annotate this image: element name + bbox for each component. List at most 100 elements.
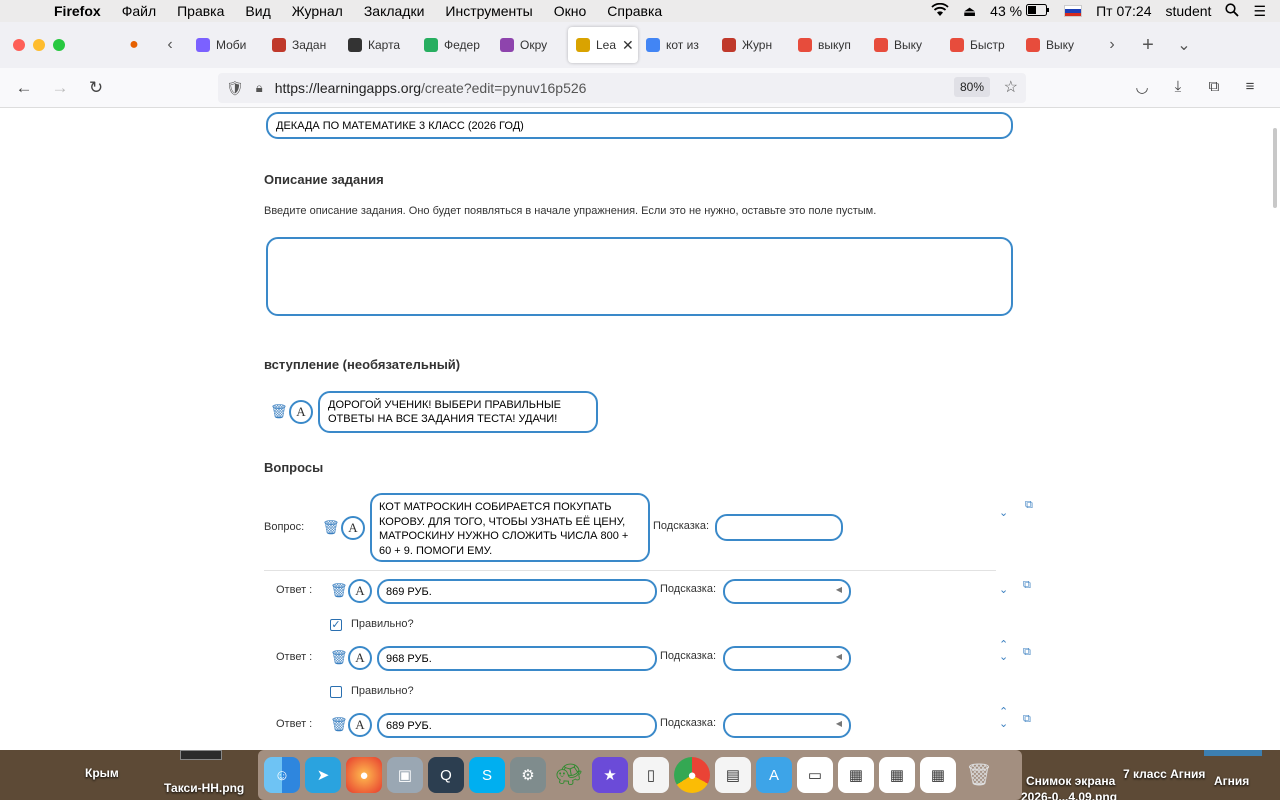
menu-help[interactable]: Справка [607,3,662,19]
reload-button[interactable]: ↻ [78,78,114,98]
tab-2[interactable]: Карта [340,27,416,63]
desktop-label-screenshot-name[interactable]: 2026-0...4.09.png [1021,790,1117,800]
list-all-tabs-icon[interactable]: ⌄ [1166,35,1202,55]
recent-file-3-icon[interactable]: ▦ [879,757,915,793]
tab-scroll-right-icon[interactable]: › [1094,36,1130,54]
correct-checkbox[interactable]: ✓ [330,619,342,631]
task-title-input[interactable]: ДЕКАДА ПО МАТЕМАТИКЕ 3 КЛАСС (2026 ГОД) [266,112,1013,139]
answer-format-text-button[interactable]: A [348,579,372,603]
preview-icon[interactable]: ▣ [387,757,423,793]
document-icon[interactable]: ▤ [715,757,751,793]
finder-icon[interactable]: ☺ [264,757,300,793]
tab-10[interactable]: Быстр [942,27,1018,63]
tab-8[interactable]: выкуп [790,27,866,63]
answer-hint-input[interactable]: ◀ [723,579,851,604]
desktop-label-taxi[interactable]: Такси-НН.png [164,781,244,795]
answer-delete-icon[interactable]: 🗑︎ [330,716,348,733]
answer-move-down-icon[interactable]: ⌄ [999,650,1008,663]
lock-icon[interactable]: 🔒︎ [256,80,263,96]
back-button[interactable]: ← [6,78,42,98]
question-copy-icon[interactable]: ⧉ [1025,499,1033,512]
answer-copy-icon[interactable]: ⧉ [1023,646,1031,659]
tab-9[interactable]: Выку [866,27,942,63]
pocket-icon[interactable]: ◡ [1124,78,1160,96]
answer-copy-icon[interactable]: ⧉ [1023,579,1031,592]
desktop-label-agnia[interactable]: Агния [1214,774,1249,788]
desktop-label-agnia-class[interactable]: 7 класс Агния [1123,767,1205,781]
menu-tools[interactable]: Инструменты [445,3,532,19]
new-tab-button[interactable]: + [1130,34,1166,57]
answer-hint-input[interactable]: ◀ [723,713,851,738]
question-delete-icon[interactable]: 🗑︎ [322,519,340,536]
page-scrollbar[interactable] [1273,128,1277,208]
answer-input[interactable]: 869 РУБ. [377,579,657,604]
tab-1[interactable]: Задан [264,27,340,63]
recent-file-4-icon[interactable]: ▦ [920,757,956,793]
tab-4[interactable]: Окру [492,27,568,63]
clock[interactable]: Пт 07:24 [1096,3,1151,19]
spotlight-icon[interactable] [1225,2,1240,20]
tracking-protection-icon[interactable]: 🛡︎ [226,80,244,97]
user-name[interactable]: student [1166,3,1212,19]
url-text[interactable]: https://learningapps.org/create?edit=pyn… [275,80,587,96]
system-preferences-icon[interactable]: ⚙ [510,757,546,793]
question-input[interactable]: КОТ МАТРОСКИН СОБИРАЕТСЯ ПОКУПАТЬ КОРОВУ… [370,493,650,562]
chrome-icon[interactable]: ● [674,757,710,793]
tab-5[interactable]: Lea ✕ [568,27,638,63]
question-move-down-icon[interactable]: ⌄ [999,506,1008,519]
app-menu-icon[interactable]: ≡ [1232,78,1268,96]
description-textarea[interactable] [266,237,1013,316]
close-window-button[interactable] [13,39,25,51]
menu-window[interactable]: Окно [554,3,587,19]
answer-copy-icon[interactable]: ⧉ [1023,713,1031,726]
menu-bookmarks[interactable]: Закладки [364,3,425,19]
telegram-icon[interactable]: ➤ [305,757,341,793]
tab-3[interactable]: Федер [416,27,492,63]
answer-move-down-icon[interactable]: ⌄ [999,717,1008,730]
input-language-icon[interactable] [1064,5,1083,17]
answer-input[interactable]: 689 РУБ. [377,713,657,738]
desktop-folder-thumbnail[interactable] [1204,750,1262,756]
turtle-app-icon[interactable]: 🐢︎ [551,757,587,793]
answer-format-text-button[interactable]: A [348,713,372,737]
tab-0[interactable]: Моби [188,27,264,63]
answer-delete-icon[interactable]: 🗑︎ [330,582,348,599]
quicktime-icon[interactable]: Q [428,757,464,793]
intro-format-text-button[interactable]: A [289,400,313,424]
bookmark-star-icon[interactable]: ☆ [1004,77,1018,97]
intro-input[interactable]: ДОРОГОЙ УЧЕНИК! ВЫБЕРИ ПРАВИЛЬНЫЕ ОТВЕТЫ… [318,391,598,433]
minimize-window-button[interactable] [33,39,45,51]
answer-delete-icon[interactable]: 🗑︎ [330,649,348,666]
textedit-icon[interactable]: ▯ [633,757,669,793]
zoom-level-badge[interactable]: 80% [953,77,990,97]
extensions-icon[interactable]: ⧉ [1196,78,1232,96]
answer-move-down-icon[interactable]: ⌄ [999,583,1008,596]
eject-icon[interactable]: ⏏ [963,3,976,20]
close-tab-icon[interactable]: ✕ [622,37,634,54]
tab-scroll-left-icon[interactable]: ‹ [152,36,188,54]
trash-icon[interactable]: 🗑︎ [961,757,997,793]
tab-7[interactable]: Журн [714,27,790,63]
forward-button[interactable]: → [42,78,78,98]
desktop-label-crimea[interactable]: Крым [85,766,119,780]
imovie-icon[interactable]: ★ [592,757,628,793]
intro-delete-icon[interactable]: 🗑︎ [270,403,288,420]
zoom-window-button[interactable] [53,39,65,51]
audio-hint-icon[interactable]: ◀ [836,719,842,728]
wifi-icon[interactable] [931,2,949,20]
downloads-icon[interactable]: ⤓ [1160,78,1196,96]
answer-hint-input[interactable]: ◀ [723,646,851,671]
audio-hint-icon[interactable]: ◀ [836,652,842,661]
battery-icon[interactable] [1026,3,1050,19]
app-store-icon[interactable]: A [756,757,792,793]
skype-icon[interactable]: S [469,757,505,793]
recent-file-1-icon[interactable]: ▭ [797,757,833,793]
answer-input[interactable]: 968 РУБ. [377,646,657,671]
address-bar[interactable]: 🛡︎ 🔒︎ https://learningapps.org/create?ed… [218,73,1026,103]
control-center-icon[interactable]: ☰ [1253,3,1266,20]
audio-hint-icon[interactable]: ◀ [836,585,842,594]
firefox-icon[interactable]: ● [346,757,382,793]
menu-history[interactable]: Журнал [292,3,343,19]
menu-file[interactable]: Файл [122,3,156,19]
tab-11[interactable]: Выку [1018,27,1094,63]
